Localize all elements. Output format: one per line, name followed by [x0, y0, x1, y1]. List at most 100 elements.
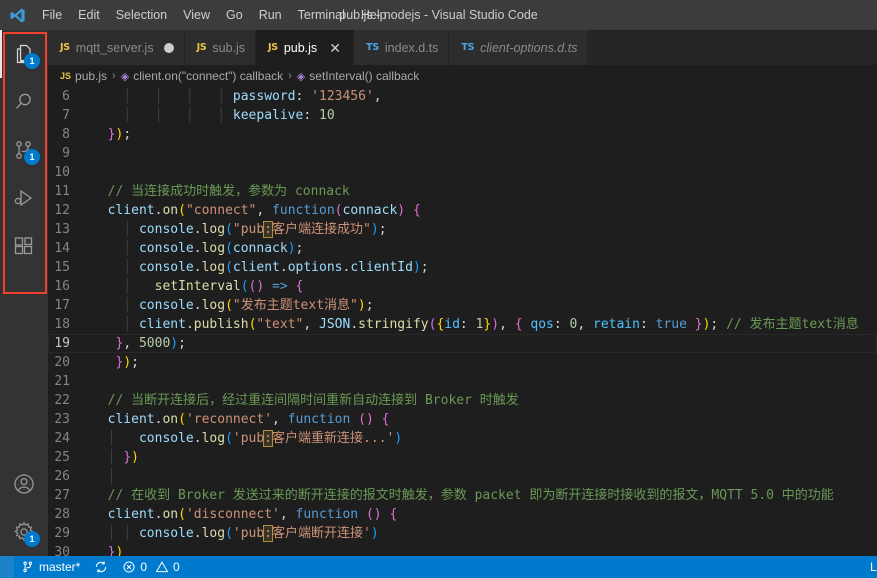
code-line[interactable]: 27 // 在收到 Broker 发送过来的断开连接的报文时触发，参数 pack…	[48, 486, 877, 505]
code-line[interactable]: 12 client.on("connect", function(connack…	[48, 201, 877, 220]
breadcrumb-label: pub.js	[75, 69, 108, 83]
tab-index-d-ts[interactable]: TS index.d.ts	[354, 30, 450, 65]
menu-selection[interactable]: Selection	[108, 5, 175, 25]
code-line[interactable]: 18 │ client.publish("text", JSON.stringi…	[48, 315, 877, 334]
sidebar-item-search[interactable]	[0, 78, 48, 126]
code-line[interactable]: 16 │ setInterval(() => {	[48, 277, 877, 296]
sidebar-item-run-and-debug[interactable]	[0, 174, 48, 222]
sync-icon	[94, 560, 108, 574]
menu-terminal[interactable]: Terminal	[290, 5, 353, 25]
code-line[interactable]: 7 │ │ │ │ keepalive: 10	[48, 106, 877, 125]
js-file-icon: JS	[60, 42, 70, 53]
code-token: }	[123, 450, 132, 465]
close-icon[interactable]: ✕	[327, 40, 343, 56]
code-token: client	[232, 260, 280, 275]
code-line[interactable]: 19 }, 5000);	[48, 334, 877, 353]
js-file-icon: JS	[60, 71, 72, 81]
code-token: log	[201, 526, 226, 541]
code-line[interactable]: 14 │ console.log(connack);	[48, 239, 877, 258]
line-number: 17	[54, 298, 70, 313]
code-token: :	[553, 317, 570, 332]
code-line[interactable]: 26 │	[48, 467, 877, 486]
code-line[interactable]: 13 │ console.log("pub:客户端连接成功");	[48, 220, 877, 239]
code-token: 5000	[138, 336, 171, 351]
code-line[interactable]: 29 │ │ console.log('pub:客户端断开连接')	[48, 524, 877, 543]
code-token: ()	[358, 412, 374, 427]
line-content: │ console.log(client.options.clientId);	[92, 258, 877, 277]
menu-bar[interactable]: File Edit Selection View Go Run Terminal…	[34, 5, 395, 25]
tab-label: pub.js	[283, 40, 318, 55]
line-content: │ setInterval(() => {	[92, 277, 877, 296]
status-language-mode[interactable]: L	[863, 556, 877, 578]
code-token: :	[263, 525, 274, 542]
menu-file[interactable]: File	[34, 5, 70, 25]
code-line[interactable]: 22 // 当断开连接后，经过重连间隔时间重新自动连接到 Broker 时触发	[48, 391, 877, 410]
line-content: │ client.publish("text", JSON.stringify(…	[92, 315, 877, 334]
code-line[interactable]: 17 │ console.log("发布主题text消息");	[48, 296, 877, 315]
code-token: (	[225, 260, 233, 275]
code-editor[interactable]: 6 │ │ │ │ password: '123456', 7 │ │ │ │ k…	[48, 87, 877, 556]
code-token: )	[397, 203, 406, 218]
tab-pub-js[interactable]: JS pub.js ✕	[256, 30, 355, 65]
code-line[interactable]: 24 │ console.log('pub:客户端重新连接...')	[48, 429, 877, 448]
status-sync-button[interactable]	[87, 556, 115, 578]
code-token: )	[287, 241, 296, 256]
menu-edit[interactable]: Edit	[70, 5, 108, 25]
menu-run[interactable]: Run	[251, 5, 290, 25]
sidebar-item-source-control[interactable]: 1	[0, 126, 48, 174]
account-icon	[12, 472, 36, 496]
tab-sub-js[interactable]: JS sub.js	[184, 30, 257, 65]
code-line[interactable]: 21	[48, 372, 877, 391]
tab-mqtt-server-js[interactable]: JS mqtt_server.js	[48, 30, 185, 65]
code-line[interactable]: 25 │ })	[48, 448, 877, 467]
code-line[interactable]: 28 client.on('disconnect', function () {	[48, 505, 877, 524]
breadcrumb-separator-icon: ›	[288, 70, 292, 82]
code-token: .	[193, 526, 202, 541]
line-content: // 在收到 Broker 发送过来的断开连接的报文时触发，参数 packet …	[92, 486, 877, 505]
line-number: 14	[54, 241, 70, 256]
code-line[interactable]: 11 // 当连接成功时触发，参数为 connack	[48, 182, 877, 201]
breadcrumb-item-connect-callback[interactable]: ◈ client.on("connect") callback	[121, 69, 283, 83]
code-token: ()	[248, 279, 265, 294]
code-token: stringify	[358, 317, 429, 332]
code-line[interactable]: 23 client.on('reconnect', function () {	[48, 410, 877, 429]
sidebar-item-extensions[interactable]	[0, 222, 48, 270]
remote-window-button[interactable]	[0, 556, 14, 578]
breadcrumb-label: setInterval() callback	[309, 69, 420, 83]
menu-help[interactable]: Help	[353, 5, 395, 25]
code-line[interactable]: 6 │ │ │ │ password: '123456',	[48, 87, 877, 106]
unsaved-indicator-icon[interactable]	[163, 42, 174, 53]
code-token: )	[115, 545, 124, 556]
status-problems[interactable]: 0 0	[115, 556, 186, 578]
code-line[interactable]: 9	[48, 144, 877, 163]
menu-go[interactable]: Go	[218, 5, 251, 25]
code-line[interactable]: 30 })	[48, 543, 877, 556]
status-branch[interactable]: master*	[14, 556, 87, 578]
title-bar: File Edit Selection View Go Run Terminal…	[0, 0, 877, 30]
code-line[interactable]: 10	[48, 163, 877, 182]
breadcrumb-item-setinterval-callback[interactable]: ◈ setInterval() callback	[297, 69, 420, 83]
code-token: {	[389, 507, 398, 522]
code-line[interactable]: 15 │ console.log(client.options.clientId…	[48, 258, 877, 277]
code-line[interactable]: 20 });	[48, 353, 877, 372]
code-token: (	[225, 298, 233, 313]
code-token: on	[162, 412, 179, 427]
sidebar-item-accounts[interactable]	[0, 460, 48, 508]
sidebar-item-manage-settings[interactable]: 1	[0, 508, 48, 556]
code-token: // 在收到 Broker 发送过来的断开连接的报文时触发，参数 packet …	[107, 488, 834, 503]
code-token: )	[370, 222, 379, 237]
tab-client-options-d-ts[interactable]: TS client-options.d.ts	[449, 30, 589, 65]
sidebar-item-explorer[interactable]: 1	[0, 30, 48, 78]
code-line[interactable]: 8 });	[48, 125, 877, 144]
code-token: 'pub	[232, 526, 265, 541]
code-token: )	[394, 431, 403, 446]
activity-bar: 1 1 1	[0, 30, 48, 556]
code-token: clientId	[350, 260, 413, 275]
code-token: :	[295, 89, 312, 104]
code-token: log	[201, 222, 226, 237]
menu-view[interactable]: View	[175, 5, 218, 25]
line-number: 23	[54, 412, 70, 427]
breadcrumb-item-file[interactable]: JS pub.js	[60, 69, 107, 83]
